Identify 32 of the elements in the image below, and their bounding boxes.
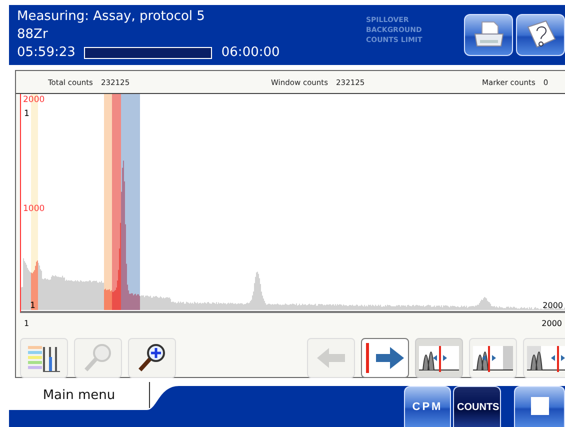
help-button[interactable] <box>516 14 565 56</box>
total-time: 06:00:00 <box>221 44 280 62</box>
range-end-label: 2000 <box>542 301 563 311</box>
x-axis-start: 1 <box>24 319 30 330</box>
stop-button[interactable] <box>514 386 565 427</box>
view-right-button[interactable] <box>523 338 565 378</box>
main-menu-tab[interactable]: Main menu <box>9 382 150 408</box>
elapsed-time: 05:59:23 <box>17 44 76 62</box>
left-arrow-icon <box>317 348 345 368</box>
legend-button[interactable] <box>20 338 68 378</box>
x-axis-end: 2000 <box>542 319 562 330</box>
y-axis-label: 1000 <box>23 204 45 214</box>
display-mode-button[interactable]: CPM <box>404 386 451 427</box>
nuclide-label: 88Zr <box>17 26 49 44</box>
y-axis-label: 2000 <box>23 95 45 105</box>
print-button[interactable] <box>464 14 513 56</box>
marker-right-arrow-icon <box>366 343 404 373</box>
view-left-button[interactable] <box>415 338 463 378</box>
stop-icon <box>530 396 548 414</box>
view-mid-button[interactable] <box>469 338 517 378</box>
marker-view-icon <box>527 344 565 372</box>
marker-view-icon <box>419 344 459 372</box>
zoom-in-icon <box>137 343 167 373</box>
magnifier-icon <box>83 343 113 373</box>
marker-view-icon <box>473 344 513 372</box>
range-start-label: 1 <box>24 109 30 119</box>
measurement-title: Measuring: Assay, protocol 5 <box>17 8 206 26</box>
next-button[interactable] <box>361 338 409 378</box>
legend-icon <box>26 343 62 373</box>
zoom-in-button[interactable] <box>128 338 176 378</box>
display-mode-button[interactable]: COUNTS <box>453 386 501 427</box>
range-start-label: 1 <box>30 301 36 311</box>
